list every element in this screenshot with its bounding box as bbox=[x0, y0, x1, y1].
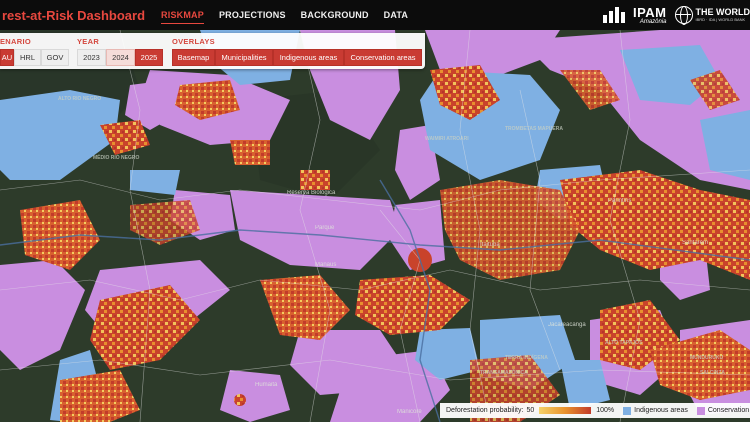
overlays-title: OVERLAYS bbox=[172, 37, 215, 46]
worldbank-sub: IBRD · IDA | WORLD BANK bbox=[695, 16, 746, 22]
legend-indigenous-label: Indigenous areas bbox=[634, 407, 688, 414]
year-title: YEAR bbox=[77, 37, 100, 46]
ipam-mark-icon bbox=[602, 7, 629, 23]
scenario-gov-button[interactable]: GOV bbox=[41, 49, 69, 66]
risk-map[interactable]: ALTO RIO NEGRO MÉDIO RIO NEGRO Reserva B… bbox=[0, 30, 750, 422]
globe-icon bbox=[674, 6, 693, 25]
scenario-au-button[interactable]: AU bbox=[0, 49, 14, 66]
ipam-name: IPAM bbox=[632, 4, 667, 20]
scenario-hrl-button[interactable]: HRL bbox=[14, 49, 41, 66]
ipam-logo[interactable]: IPAM Amazônia bbox=[602, 4, 667, 25]
map-legend: Deforestation probability: 50 100% Indig… bbox=[440, 403, 750, 418]
overlay-basemap-button[interactable]: Basemap bbox=[172, 49, 215, 66]
nav-riskmap[interactable]: RISKMAP bbox=[161, 7, 204, 24]
legend-conservation-label: Conservation bbox=[707, 407, 750, 414]
legend-gradient bbox=[539, 407, 592, 414]
conservation-swatch bbox=[696, 406, 705, 415]
ipam-sub: Amazônia bbox=[639, 18, 667, 25]
indigenous-swatch bbox=[623, 406, 632, 415]
control-panel: ENARIO AU HRL GOV YEAR 2023 2024 2025 OV… bbox=[0, 33, 425, 69]
app-title[interactable]: rest-at-Risk Dashboard bbox=[2, 8, 145, 23]
main-nav: RISKMAP PROJECTIONS BACKGROUND DATA bbox=[161, 7, 423, 24]
year-2023-button[interactable]: 2023 bbox=[77, 49, 106, 66]
nav-data[interactable]: DATA bbox=[384, 7, 408, 24]
legend-prob-label: Deforestation probability: bbox=[446, 407, 524, 414]
overlay-indigenous-button[interactable]: Indigenous areas bbox=[273, 49, 344, 66]
partner-logos: IPAM Amazônia THE WORLD IBRD · IDA | WOR… bbox=[602, 0, 750, 30]
worldbank-logo[interactable]: THE WORLD IBRD · IDA | WORLD BANK bbox=[674, 6, 750, 25]
top-navbar: rest-at-Risk Dashboard RISKMAP PROJECTIO… bbox=[0, 0, 750, 30]
year-2025-button[interactable]: 2025 bbox=[135, 49, 163, 66]
nav-projections[interactable]: PROJECTIONS bbox=[219, 7, 286, 24]
legend-prob-max: 100% bbox=[596, 407, 615, 414]
year-2024-button[interactable]: 2024 bbox=[106, 49, 135, 66]
map-canvas[interactable] bbox=[0, 30, 750, 422]
scenario-title: ENARIO bbox=[0, 37, 31, 46]
overlay-municipalities-button[interactable]: Municipalities bbox=[215, 49, 273, 66]
nav-background[interactable]: BACKGROUND bbox=[301, 7, 369, 24]
overlay-conservation-button[interactable]: Conservation areas bbox=[344, 49, 422, 66]
legend-prob-min: 50 bbox=[526, 407, 535, 414]
